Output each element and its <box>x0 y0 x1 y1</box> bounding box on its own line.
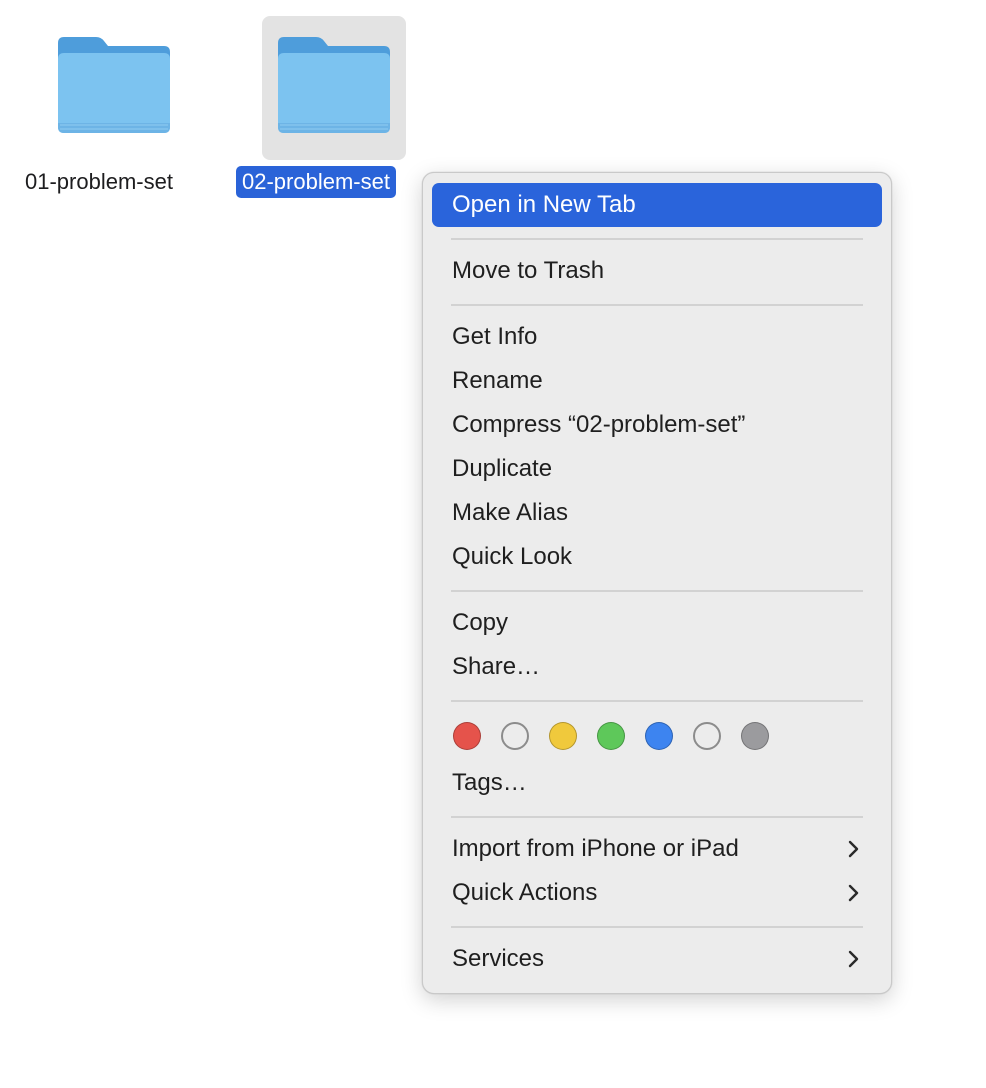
menu-item-quick-look[interactable]: Quick Look <box>432 535 882 579</box>
chevron-right-icon <box>848 950 859 968</box>
menu-item-label: Quick Actions <box>452 879 598 906</box>
menu-item-tags[interactable]: Tags… <box>432 761 882 805</box>
tag-gray-dot[interactable] <box>741 722 769 750</box>
menu-item-open-in-new-tab[interactable]: Open in New Tab <box>432 183 882 227</box>
tag-green-dot[interactable] <box>597 722 625 750</box>
context-menu: Open in New Tab Move to Trash Get Info R… <box>422 172 892 994</box>
menu-separator <box>451 926 863 928</box>
tag-blue-dot[interactable] <box>645 722 673 750</box>
folder-label-selected[interactable]: 02-problem-set <box>236 166 396 198</box>
menu-separator <box>451 304 863 306</box>
folder-tile[interactable] <box>42 16 186 160</box>
menu-separator <box>451 590 863 592</box>
menu-item-get-info[interactable]: Get Info <box>432 315 882 359</box>
menu-item-services[interactable]: Services <box>432 937 882 981</box>
folder-item-02-problem-set[interactable]: 02-problem-set <box>232 16 432 198</box>
folder-icon <box>278 37 390 133</box>
menu-item-copy[interactable]: Copy <box>432 601 882 645</box>
menu-item-rename[interactable]: Rename <box>432 359 882 403</box>
folder-label[interactable]: 01-problem-set <box>25 166 173 198</box>
menu-separator <box>451 816 863 818</box>
menu-item-make-alias[interactable]: Make Alias <box>432 491 882 535</box>
folder-tile-selected[interactable] <box>262 16 406 160</box>
tag-purple-dot[interactable] <box>693 722 721 750</box>
menu-item-import-from-iphone[interactable]: Import from iPhone or iPad <box>432 827 882 871</box>
folder-item-01-problem-set[interactable]: 01-problem-set <box>25 16 198 194</box>
chevron-right-icon <box>848 840 859 858</box>
menu-separator <box>451 700 863 702</box>
menu-item-label: Services <box>452 945 545 972</box>
menu-item-move-to-trash[interactable]: Move to Trash <box>432 249 882 293</box>
tag-red-dot[interactable] <box>453 722 481 750</box>
tag-yellow-dot[interactable] <box>549 722 577 750</box>
folder-icon <box>58 37 170 133</box>
tag-colors-row <box>432 711 882 761</box>
menu-item-share[interactable]: Share… <box>432 645 882 689</box>
tag-orange-dot[interactable] <box>501 722 529 750</box>
chevron-right-icon <box>848 884 859 902</box>
menu-item-label: Import from iPhone or iPad <box>452 835 739 862</box>
menu-separator <box>451 238 863 240</box>
menu-item-compress[interactable]: Compress “02-problem-set” <box>432 403 882 447</box>
menu-item-quick-actions[interactable]: Quick Actions <box>432 871 882 915</box>
menu-item-duplicate[interactable]: Duplicate <box>432 447 882 491</box>
finder-desktop: 01-problem-set 02-problem-set Open in Ne… <box>0 0 986 1088</box>
